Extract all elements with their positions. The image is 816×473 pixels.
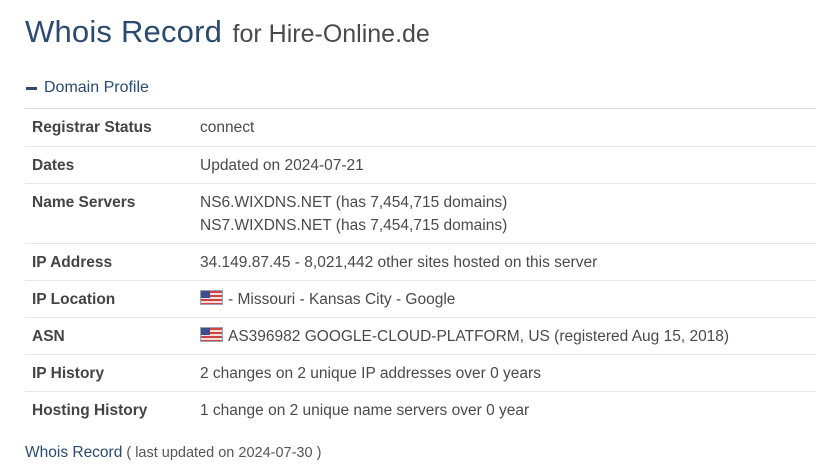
asn-cell: AS396982 GOOGLE-CLOUD-PLATFORM, US (regi… (200, 317, 816, 354)
hosting-history-key: Hosting History (32, 401, 148, 419)
page-title: Whois Record for Hire-Online.de (25, 14, 430, 50)
name-server-1: NS6.WIXDNS.NET (has 7,454,715 domains) (200, 193, 508, 211)
table-row: Dates Updated on 2024-07-21 (25, 146, 816, 183)
us-flag-icon (200, 289, 223, 305)
table-row: ASN AS396982 GOOGLE-CLOUD-PLATFORM, US (… (25, 317, 816, 354)
whois-page: Whois Record for Hire-Online.de Domain P… (0, 0, 816, 473)
ip-address-key: IP Address (32, 253, 113, 271)
us-flag-icon (200, 326, 223, 342)
name-servers-value: NS6.WIXDNS.NET (has 7,454,715 domains) N… (200, 183, 816, 243)
table-row: Registrar Status connect (25, 109, 816, 146)
table-row: Hosting History 1 change on 2 unique nam… (25, 391, 816, 428)
page-title-main: Whois Record (25, 14, 223, 49)
ip-location-value: - Missouri - Kansas City - Google (228, 290, 456, 308)
dates-key: Dates (32, 156, 75, 174)
whois-record-footer: Whois Record( last updated on 2024-07-30… (25, 444, 321, 462)
page-title-domain: for Hire-Online.de (232, 20, 430, 48)
name-servers-key: Name Servers (32, 193, 136, 211)
whois-record-link[interactable]: Whois Record (25, 444, 122, 461)
minus-icon (26, 86, 37, 90)
table-row: IP History 2 changes on 2 unique IP addr… (25, 354, 816, 391)
ip-location-key: IP Location (32, 290, 116, 308)
domain-profile-table: Registrar Status connect Dates Updated o… (25, 109, 816, 428)
asn-key: ASN (32, 327, 65, 345)
ip-history-key: IP History (32, 364, 105, 382)
ip-address-value: 34.149.87.45 - 8,021,442 other sites hos… (200, 253, 598, 271)
domain-profile-label: Domain Profile (44, 79, 149, 96)
registrar-status-value: connect (200, 119, 255, 136)
table-row: IP Address 34.149.87.45 - 8,021,442 othe… (25, 243, 816, 280)
domain-profile-toggle[interactable]: Domain Profile (26, 79, 149, 97)
name-server-2: NS7.WIXDNS.NET (has 7,454,715 domains) (200, 216, 508, 234)
table-row: IP Location - Missouri - Kansas City - G… (25, 280, 816, 317)
ip-history-value: 2 changes on 2 unique IP addresses over … (200, 364, 541, 382)
table-row: Name Servers NS6.WIXDNS.NET (has 7,454,7… (25, 183, 816, 243)
ip-location-cell: - Missouri - Kansas City - Google (200, 280, 816, 317)
registrar-status-key: Registrar Status (32, 119, 152, 136)
last-updated-note: ( last updated on 2024-07-30 ) (126, 445, 322, 461)
hosting-history-value: 1 change on 2 unique name servers over 0… (200, 401, 530, 419)
asn-value: AS396982 GOOGLE-CLOUD-PLATFORM, US (regi… (228, 327, 730, 345)
dates-value: Updated on 2024-07-21 (200, 156, 364, 174)
